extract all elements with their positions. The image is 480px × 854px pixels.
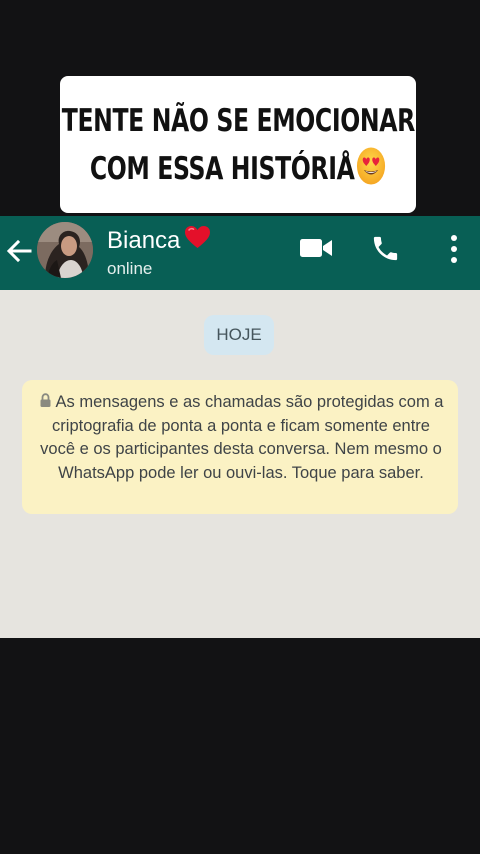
contact-name-wrap[interactable]: Bianca <box>107 225 211 255</box>
contact-name: Bianca <box>107 227 181 254</box>
chat-app-bar: Bianca online <box>0 216 480 290</box>
red-heart-icon <box>185 226 211 248</box>
lock-icon <box>40 393 51 407</box>
encryption-notice-text: As mensagens e as chamadas são protegida… <box>34 391 448 485</box>
caption-line-2-wrap: COM ESSA HISTÓRIÅ <box>90 145 387 193</box>
back-arrow-icon[interactable] <box>4 236 34 266</box>
heart-eyes-emoji-icon <box>357 147 386 184</box>
phone-icon[interactable] <box>370 233 401 264</box>
encryption-notice-body: As mensagens e as chamadas são protegida… <box>40 393 444 482</box>
contact-status: online <box>107 259 153 278</box>
more-vert-icon[interactable] <box>444 232 464 266</box>
caption-box: TENTE NÃO SE EMOCIONAR COM ESSA HISTÓRIÅ <box>60 76 416 213</box>
caption-line-1: TENTE NÃO SE EMOCIONAR <box>61 102 415 139</box>
chat-screen: Bianca online HOJE As mensagens e as cha… <box>0 216 480 638</box>
encryption-notice[interactable]: As mensagens e as chamadas são protegida… <box>22 380 458 514</box>
caption-line-2: COM ESSA HISTÓRIÅ <box>89 150 355 187</box>
video-call-icon[interactable] <box>299 237 333 259</box>
avatar[interactable] <box>37 222 93 278</box>
date-chip: HOJE <box>204 315 274 355</box>
avatar-photo <box>37 222 93 278</box>
